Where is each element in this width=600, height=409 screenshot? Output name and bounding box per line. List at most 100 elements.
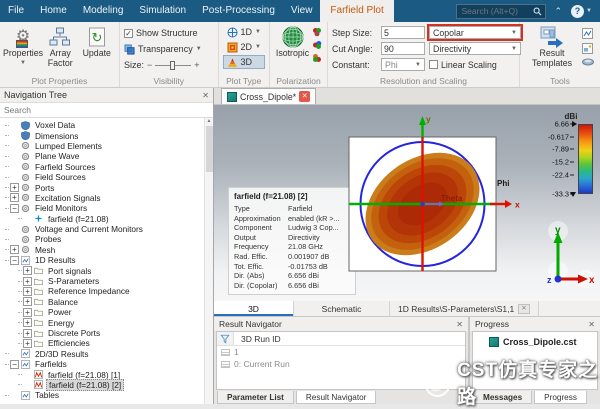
checkbox-checked-icon[interactable]: ✓ bbox=[124, 29, 133, 38]
tree-item[interactable]: +Ports bbox=[2, 182, 203, 192]
doc-tab-cross-dipole[interactable]: Cross_Dipole* ✕ bbox=[221, 88, 316, 104]
view-tab[interactable]: 3D bbox=[214, 301, 294, 316]
search-input[interactable] bbox=[460, 5, 533, 17]
image-tool-icon[interactable] bbox=[582, 43, 593, 54]
column-header[interactable]: 3D Run ID bbox=[234, 334, 281, 344]
tree-item[interactable]: +Power bbox=[2, 307, 203, 317]
global-search[interactable] bbox=[456, 4, 546, 19]
tree-expander-icon[interactable]: + bbox=[23, 297, 32, 306]
tree-expander-icon[interactable]: + bbox=[10, 193, 19, 202]
menu-home[interactable]: Home bbox=[32, 0, 75, 22]
tree-item[interactable]: 2D/3D Results bbox=[2, 349, 203, 359]
polarization-option-icon[interactable] bbox=[312, 53, 322, 63]
tab-farfield-plot[interactable]: Farfield Plot bbox=[320, 0, 393, 22]
help-dropdown-icon[interactable]: ▼ bbox=[586, 8, 592, 14]
3d-viewport[interactable]: farfield (f=21.08) [2] TypeFarfieldAppro… bbox=[214, 105, 600, 301]
linear-scaling-checkbox[interactable]: Linear Scaling bbox=[429, 60, 521, 70]
tree-item[interactable]: Voxel Data bbox=[2, 120, 203, 130]
tree-expander-icon[interactable]: + bbox=[23, 339, 32, 348]
tree-item[interactable]: farfield (f=21.08) bbox=[2, 214, 203, 224]
tree-item[interactable]: +Discrete Ports bbox=[2, 328, 203, 338]
panel-tab[interactable]: Parameter List bbox=[217, 391, 294, 404]
constant-select[interactable]: Phi ▼ bbox=[381, 58, 425, 71]
isotropic-button[interactable]: Isotropic bbox=[274, 25, 311, 65]
scroll-up-icon[interactable]: ▲ bbox=[207, 118, 212, 124]
size-slider[interactable]: − + bbox=[147, 60, 200, 70]
tree-item[interactable]: −Farfields bbox=[2, 359, 203, 369]
menu-file[interactable]: File bbox=[0, 0, 32, 22]
component-select[interactable]: Copolar ▼ bbox=[429, 26, 521, 39]
tree-item[interactable]: Dimensions bbox=[2, 130, 203, 140]
farfield-plot[interactable]: Theta Phi x y bbox=[342, 111, 532, 301]
lens-tool-icon[interactable] bbox=[582, 58, 594, 66]
tree-item[interactable]: farfield (f=21.08) [2] bbox=[2, 380, 203, 390]
tree-item[interactable]: +Excitation Signals bbox=[2, 193, 203, 203]
tree-item[interactable]: −Field Monitors bbox=[2, 203, 203, 213]
tree-item[interactable]: Probes bbox=[2, 234, 203, 244]
tree-expander-icon[interactable]: − bbox=[10, 204, 19, 213]
panel-tab[interactable]: Result Navigator bbox=[296, 391, 377, 404]
tree-item[interactable]: −1D Results bbox=[2, 255, 203, 265]
tree-expander-icon[interactable]: + bbox=[10, 245, 19, 254]
legend-min-marker[interactable] bbox=[570, 192, 576, 197]
tree-expander-icon[interactable]: + bbox=[23, 287, 32, 296]
collapse-ribbon-icon[interactable]: ⌃ bbox=[555, 6, 563, 17]
tree-scrollbar[interactable]: ▲ bbox=[204, 118, 213, 404]
close-icon[interactable]: ✕ bbox=[456, 320, 463, 329]
plot-1d-button[interactable]: 1D ▼ bbox=[223, 25, 265, 39]
tree-expander-icon[interactable]: + bbox=[23, 318, 32, 327]
scrollbar-thumb[interactable] bbox=[206, 126, 213, 172]
plot-2d-button[interactable]: 2D ▼ bbox=[223, 40, 265, 54]
menu-simulation[interactable]: Simulation bbox=[131, 0, 194, 22]
tree-item[interactable]: +Port signals bbox=[2, 265, 203, 275]
result-templates-button[interactable]: Result Templates bbox=[524, 25, 580, 68]
menu-post-processing[interactable]: Post-Processing bbox=[194, 0, 283, 22]
tree-item[interactable]: Lumped Elements bbox=[2, 141, 203, 151]
polarization-option-icon[interactable] bbox=[312, 27, 322, 37]
tree-item[interactable]: +Energy bbox=[2, 317, 203, 327]
coordinate-triad[interactable]: y x z bbox=[534, 219, 594, 295]
cut-angle-input[interactable] bbox=[381, 42, 425, 55]
tree-expander-icon[interactable]: + bbox=[23, 308, 32, 317]
progress-project-item[interactable]: Cross_Dipole.cst bbox=[473, 332, 597, 347]
close-icon[interactable]: ✕ bbox=[202, 91, 209, 100]
tree-item[interactable]: Tables bbox=[2, 390, 203, 400]
tree-item[interactable]: +S-Parameters bbox=[2, 276, 203, 286]
tree-expander-icon[interactable]: + bbox=[23, 329, 32, 338]
properties-button[interactable]: ⚙ Properties ▼ bbox=[4, 25, 42, 68]
tree-expander-icon[interactable]: − bbox=[10, 360, 19, 369]
search-icon[interactable] bbox=[533, 7, 542, 16]
close-icon[interactable]: ✕ bbox=[588, 320, 595, 329]
view-tab[interactable]: Schematic bbox=[294, 301, 390, 316]
tree-item[interactable]: +Reference Impedance bbox=[2, 286, 203, 296]
tree-expander-icon[interactable]: + bbox=[23, 266, 32, 275]
tree-search-input[interactable] bbox=[0, 103, 213, 117]
tree-item[interactable]: Farfield Sources bbox=[2, 162, 203, 172]
array-factor-button[interactable]: Array Factor bbox=[42, 25, 79, 68]
plot-3d-button[interactable]: 3D bbox=[223, 55, 265, 69]
step-size-input[interactable] bbox=[381, 26, 425, 39]
tree-item[interactable]: +Balance bbox=[2, 297, 203, 307]
tree-expander-icon[interactable]: + bbox=[10, 183, 19, 192]
chart-tool-icon[interactable] bbox=[582, 28, 593, 39]
close-icon[interactable]: ✕ bbox=[518, 304, 529, 314]
polarization-option-icon[interactable] bbox=[312, 40, 322, 50]
menu-view[interactable]: View bbox=[283, 0, 321, 22]
tree-item[interactable]: +Mesh bbox=[2, 245, 203, 255]
tree-item[interactable]: +Efficiencies bbox=[2, 338, 203, 348]
checkbox-unchecked-icon[interactable] bbox=[429, 60, 438, 69]
tree-expander-icon[interactable]: + bbox=[23, 277, 32, 286]
show-structure-checkbox[interactable]: ✓ Show Structure bbox=[124, 25, 214, 41]
view-tab[interactable]: 1D Results\S-Parameters\S1,1✕ bbox=[390, 301, 539, 316]
legend-max-marker[interactable] bbox=[572, 121, 577, 127]
update-button[interactable]: ↻ Update bbox=[79, 25, 116, 68]
tree-item[interactable]: Field Sources bbox=[2, 172, 203, 182]
tree-item[interactable]: Plane Wave bbox=[2, 151, 203, 161]
tree-expander-icon[interactable]: − bbox=[10, 256, 19, 265]
tree-item[interactable]: Voltage and Current Monitors bbox=[2, 224, 203, 234]
transparency-button[interactable]: Transparency ▼ bbox=[124, 41, 214, 57]
help-icon[interactable]: ? bbox=[571, 5, 584, 18]
output-select[interactable]: Directivity ▼ bbox=[429, 42, 521, 55]
slider-thumb[interactable] bbox=[170, 61, 175, 70]
close-icon[interactable]: ✕ bbox=[299, 91, 310, 102]
